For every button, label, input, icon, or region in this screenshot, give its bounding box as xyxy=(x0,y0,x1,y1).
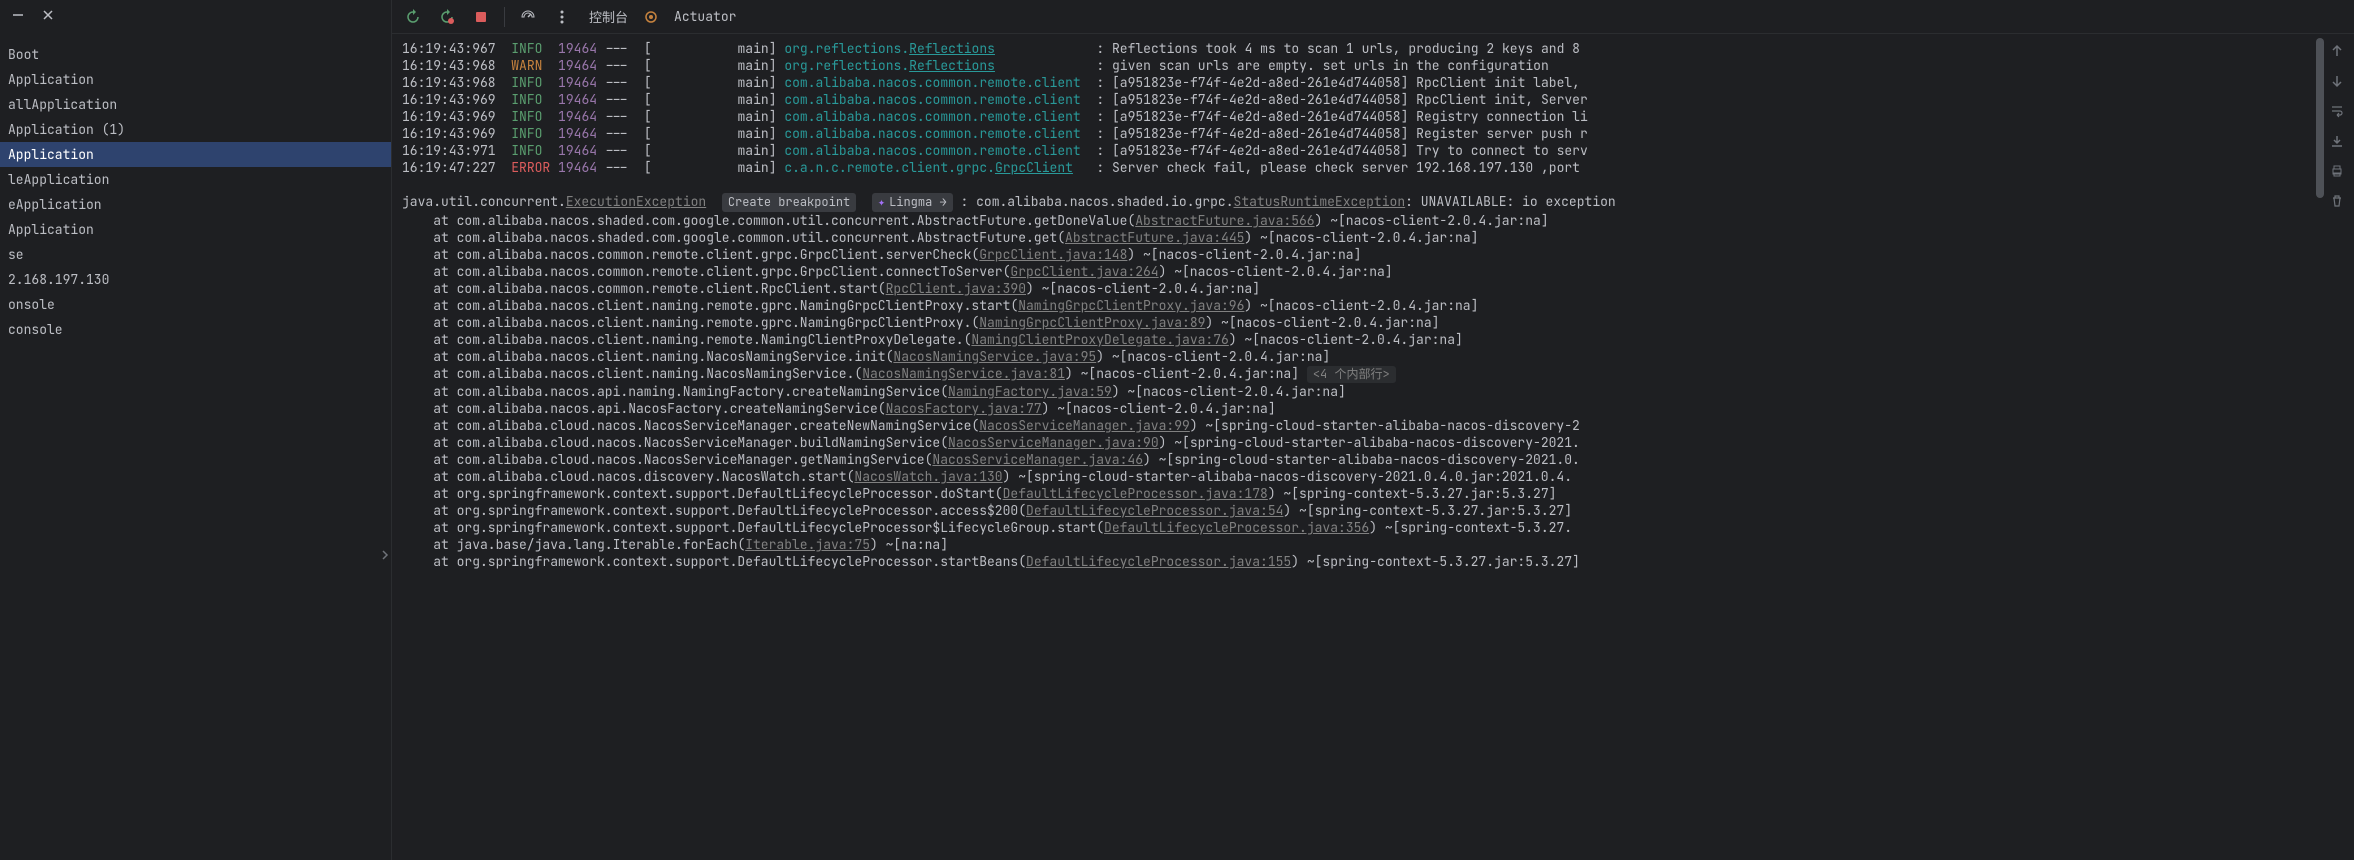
log-line: 16:19:43:971 INFO 19464 --- [ main] com.… xyxy=(402,142,2354,159)
log-line: 16:19:43:968 WARN 19464 --- [ main] org.… xyxy=(402,57,2354,74)
source-link[interactable]: DefaultLifecycleProcessor.java:178 xyxy=(1003,485,1268,502)
trash-icon[interactable] xyxy=(2330,194,2348,212)
arrow-down-icon[interactable] xyxy=(2330,74,2348,92)
exception-line: java.util.concurrent.ExecutionException … xyxy=(402,193,2354,212)
run-config-item[interactable]: Application xyxy=(0,142,391,167)
tab-actuator[interactable]: Actuator xyxy=(670,8,740,25)
stack-frame: at com.alibaba.nacos.client.naming.remot… xyxy=(402,331,2354,348)
performance-icon[interactable] xyxy=(517,6,539,28)
source-link[interactable]: AbstractFuture.java:445 xyxy=(1065,229,1244,246)
source-link[interactable]: NacosServiceManager.java:99 xyxy=(979,417,1190,434)
lingma-badge[interactable]: ✦Lingma → xyxy=(872,193,953,212)
stack-frame: at com.alibaba.nacos.common.remote.clien… xyxy=(402,246,2354,263)
run-config-item[interactable]: console xyxy=(0,317,391,342)
source-link[interactable]: NacosNamingService.java:95 xyxy=(893,348,1096,365)
stack-frame: at com.alibaba.cloud.nacos.NacosServiceM… xyxy=(402,417,2354,434)
stack-frame: at com.alibaba.nacos.shaded.com.google.c… xyxy=(402,229,2354,246)
run-config-item[interactable]: onsole xyxy=(0,292,391,317)
run-config-item[interactable]: leApplication xyxy=(0,167,391,192)
arrow-up-icon[interactable] xyxy=(2330,44,2348,62)
source-link[interactable]: NacosNamingService.java:81 xyxy=(862,365,1065,382)
stack-frame: at org.springframework.context.support.D… xyxy=(402,519,2354,536)
create-breakpoint-badge[interactable]: Create breakpoint xyxy=(722,193,856,212)
stack-frame: at org.springframework.context.support.D… xyxy=(402,485,2354,502)
expand-chevron-icon[interactable] xyxy=(380,548,390,562)
print-icon[interactable] xyxy=(2330,164,2348,182)
stack-frame: at org.springframework.context.support.D… xyxy=(402,502,2354,519)
sidebar: BootApplicationallApplicationApplication… xyxy=(0,0,392,860)
log-line: 16:19:43:969 INFO 19464 --- [ main] com.… xyxy=(402,108,2354,125)
log-line: 16:19:47:227 ERROR 19464 --- [ main] c.a… xyxy=(402,159,2354,176)
stack-frame: at com.alibaba.cloud.nacos.discovery.Nac… xyxy=(402,468,2354,485)
run-config-item[interactable]: 2.168.197.130 xyxy=(0,267,391,292)
source-link[interactable]: NamingGrpcClientProxy.java:89 xyxy=(979,314,1205,331)
source-link[interactable]: NacosWatch.java:130 xyxy=(854,468,1002,485)
stack-frame: at com.alibaba.nacos.client.naming.remot… xyxy=(402,297,2354,314)
stack-frame: at com.alibaba.nacos.shaded.com.google.c… xyxy=(402,212,2354,229)
source-link[interactable]: NacosServiceManager.java:46 xyxy=(932,451,1143,468)
source-link[interactable]: NamingClientProxyDelegate.java:76 xyxy=(971,331,1228,348)
source-link[interactable]: NacosFactory.java:77 xyxy=(886,400,1042,417)
source-link[interactable]: GrpcClient.java:264 xyxy=(1010,263,1158,280)
console-gutter xyxy=(2324,34,2354,212)
vertical-scrollbar[interactable] xyxy=(2314,34,2324,860)
source-link[interactable]: GrpcClient.java:148 xyxy=(979,246,1127,263)
source-link[interactable]: DefaultLifecycleProcessor.java:356 xyxy=(1104,519,1369,536)
stack-frame: at com.alibaba.nacos.client.naming.Nacos… xyxy=(402,365,2354,383)
stack-frame: at com.alibaba.nacos.client.naming.remot… xyxy=(402,314,2354,331)
source-link[interactable]: NamingFactory.java:59 xyxy=(948,383,1112,400)
log-line: 16:19:43:967 INFO 19464 --- [ main] org.… xyxy=(402,40,2354,57)
exception-link[interactable]: StatusRuntimeException xyxy=(1234,193,1406,210)
log-line: 16:19:43:969 INFO 19464 --- [ main] com.… xyxy=(402,125,2354,142)
run-config-item[interactable]: eApplication xyxy=(0,192,391,217)
log-line: 16:19:43:969 INFO 19464 --- [ main] com.… xyxy=(402,91,2354,108)
stack-frame: at java.base/java.lang.Iterable.forEach(… xyxy=(402,536,2354,553)
stack-frame: at org.springframework.context.support.D… xyxy=(402,553,2354,570)
source-link[interactable]: AbstractFuture.java:566 xyxy=(1135,212,1314,229)
run-config-item[interactable]: Application xyxy=(0,67,391,92)
source-link[interactable]: RpcClient.java:390 xyxy=(886,280,1026,297)
rerun-icon[interactable] xyxy=(402,6,424,28)
source-link[interactable]: Iterable.java:75 xyxy=(745,536,870,553)
run-config-item[interactable]: Application xyxy=(0,217,391,242)
toolbar-separator xyxy=(504,7,505,27)
run-config-item[interactable]: allApplication xyxy=(0,92,391,117)
inline-frames-badge[interactable]: <4 个内部行> xyxy=(1307,366,1396,383)
soft-wrap-icon[interactable] xyxy=(2330,104,2348,122)
more-icon[interactable] xyxy=(551,6,573,28)
stack-frame: at com.alibaba.cloud.nacos.NacosServiceM… xyxy=(402,451,2354,468)
stack-frame: at com.alibaba.nacos.common.remote.clien… xyxy=(402,263,2354,280)
stack-frame: at com.alibaba.nacos.api.naming.NamingFa… xyxy=(402,383,2354,400)
console-toolbar: 控制台 Actuator xyxy=(392,0,2354,34)
rerun-debug-icon[interactable] xyxy=(436,6,458,28)
run-config-tree: BootApplicationallApplicationApplication… xyxy=(0,30,391,342)
minus-icon[interactable] xyxy=(10,7,26,23)
stack-frame: at com.alibaba.nacos.client.naming.Nacos… xyxy=(402,348,2354,365)
stop-icon[interactable] xyxy=(470,6,492,28)
log-line: 16:19:43:968 INFO 19464 --- [ main] com.… xyxy=(402,74,2354,91)
run-config-item[interactable]: Boot xyxy=(0,42,391,67)
console-output[interactable]: 16:19:43:967 INFO 19464 --- [ main] org.… xyxy=(392,34,2354,860)
close-icon[interactable] xyxy=(40,7,56,23)
run-config-item[interactable]: se xyxy=(0,242,391,267)
main-panel: 控制台 Actuator 16:19:43:967 INFO 19464 ---… xyxy=(392,0,2354,860)
tab-console[interactable]: 控制台 xyxy=(585,7,632,26)
run-config-item[interactable]: Application (1) xyxy=(0,117,391,142)
source-link[interactable]: DefaultLifecycleProcessor.java:54 xyxy=(1026,502,1283,519)
stack-frame: at com.alibaba.nacos.common.remote.clien… xyxy=(402,280,2354,297)
exception-link[interactable]: ExecutionException xyxy=(566,193,706,210)
source-link[interactable]: NacosServiceManager.java:90 xyxy=(948,434,1159,451)
sidebar-top-icons xyxy=(0,0,391,30)
stack-frame: at com.alibaba.cloud.nacos.NacosServiceM… xyxy=(402,434,2354,451)
scrollbar-thumb[interactable] xyxy=(2316,38,2324,198)
source-link[interactable]: DefaultLifecycleProcessor.java:155 xyxy=(1026,553,1291,570)
scroll-to-end-icon[interactable] xyxy=(2330,134,2348,152)
actuator-icon xyxy=(644,10,658,24)
source-link[interactable]: NamingGrpcClientProxy.java:96 xyxy=(1018,297,1244,314)
stack-frame: at com.alibaba.nacos.api.NacosFactory.cr… xyxy=(402,400,2354,417)
